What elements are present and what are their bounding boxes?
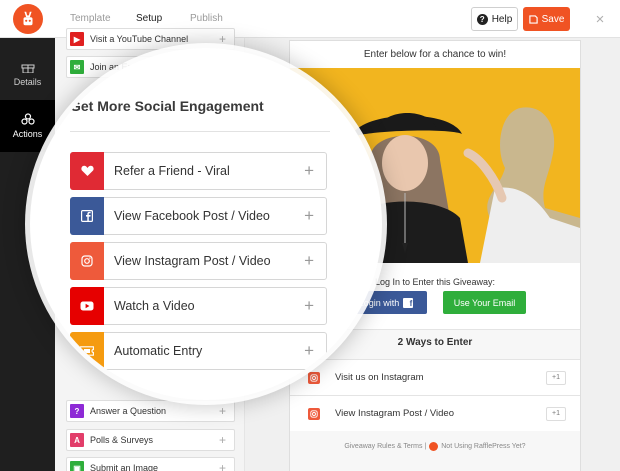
- action-label: Automatic Entry: [114, 344, 203, 358]
- instagram-icon: [308, 407, 320, 420]
- facebook-icon: f: [403, 297, 414, 308]
- poll-icon: A: [70, 433, 84, 447]
- gift-icon: [21, 64, 34, 73]
- action-item-polls-surveys[interactable]: A Polls & Surveys +: [66, 429, 235, 451]
- rafflepress-mini-logo: [429, 442, 439, 451]
- action-label: Answer a Question: [90, 406, 167, 416]
- entry-points: +1: [546, 370, 566, 385]
- action-label: Submit an Image: [90, 463, 159, 471]
- email-login-label: Use Your Email: [453, 297, 516, 308]
- rafflepress-logo[interactable]: [13, 4, 43, 34]
- action-item-answer-question[interactable]: ? Answer a Question +: [66, 400, 235, 422]
- plus-icon[interactable]: +: [304, 251, 314, 271]
- preview-footer: Giveaway Rules & Terms | Not Using Raffl…: [290, 442, 580, 451]
- action-watch-video[interactable]: Watch a Video +: [70, 287, 327, 325]
- action-label: View Instagram Post / Video: [114, 254, 271, 268]
- help-button[interactable]: ? Help: [471, 7, 518, 31]
- instagram-icon: [308, 371, 320, 384]
- action-label: Refer a Friend - Viral: [114, 164, 230, 178]
- image-icon: ▣: [70, 461, 84, 471]
- action-view-facebook-post[interactable]: View Facebook Post / Video +: [70, 197, 327, 235]
- rail-item-actions[interactable]: Actions: [0, 100, 55, 152]
- action-refer-friend[interactable]: Refer a Friend - Viral +: [70, 152, 327, 190]
- heart-icon: [70, 152, 104, 190]
- plus-icon: +: [218, 461, 226, 471]
- preview-heading: Enter below for a chance to win!: [363, 49, 507, 60]
- actions-icon: [20, 113, 35, 125]
- plus-icon[interactable]: +: [304, 341, 314, 361]
- facebook-icon: [70, 197, 104, 235]
- plus-icon: +: [218, 404, 226, 418]
- youtube-icon: ▶: [70, 32, 84, 46]
- plus-icon[interactable]: +: [304, 296, 314, 316]
- magnifier-lens: Get More Social Engagement Refer a Frien…: [30, 48, 382, 400]
- question-icon: ?: [476, 13, 488, 25]
- plus-icon: +: [218, 32, 226, 46]
- not-using-link[interactable]: Not Using RafflePress Yet?: [441, 443, 525, 450]
- entry-points: +1: [546, 406, 566, 421]
- youtube-icon: [70, 287, 104, 325]
- entry-view-instagram-post[interactable]: View Instagram Post / Video +1: [290, 395, 580, 431]
- tab-template[interactable]: Template: [70, 13, 111, 24]
- tab-publish[interactable]: Publish: [190, 13, 223, 24]
- action-item-submit-image[interactable]: ▣ Submit an Image +: [66, 457, 235, 471]
- rail-label-details: Details: [13, 77, 42, 87]
- entry-label: Visit us on Instagram: [335, 372, 424, 383]
- action-view-instagram-post[interactable]: View Instagram Post / Video +: [70, 242, 327, 280]
- plus-icon[interactable]: +: [304, 206, 314, 226]
- entry-label: View Instagram Post / Video: [335, 408, 454, 419]
- action-label: View Facebook Post / Video: [114, 209, 270, 223]
- email-icon: ✉: [70, 60, 84, 74]
- email-login-button[interactable]: Use Your Email: [443, 291, 526, 314]
- instagram-icon: [70, 242, 104, 280]
- action-label: Watch a Video: [114, 299, 195, 313]
- section-divider: [70, 131, 330, 132]
- rail-item-details[interactable]: Details: [0, 48, 55, 100]
- action-label: Visit a YouTube Channel: [90, 34, 189, 44]
- rail-label-actions: Actions: [12, 129, 43, 139]
- save-label: Save: [541, 13, 565, 25]
- plus-icon[interactable]: +: [304, 161, 314, 181]
- giveaway-rules-link[interactable]: Giveaway Rules & Terms |: [344, 443, 426, 450]
- entry-visit-instagram[interactable]: Visit us on Instagram +1: [290, 359, 580, 395]
- plus-icon: +: [218, 433, 226, 447]
- ticket-icon: [70, 332, 104, 370]
- section-title: Get More Social Engagement: [70, 98, 264, 114]
- close-button[interactable]: ×: [590, 9, 610, 29]
- question-icon: ?: [70, 404, 84, 418]
- close-icon: ×: [595, 10, 605, 28]
- save-icon: [528, 14, 538, 24]
- tab-setup[interactable]: Setup: [136, 13, 162, 24]
- action-automatic-entry[interactable]: Automatic Entry +: [70, 332, 327, 370]
- action-item-youtube-channel[interactable]: ▶ Visit a YouTube Channel +: [66, 28, 235, 50]
- save-button[interactable]: Save: [523, 7, 570, 31]
- action-label: Polls & Surveys: [90, 435, 154, 445]
- rabbit-icon: [23, 11, 33, 26]
- help-label: Help: [491, 13, 513, 25]
